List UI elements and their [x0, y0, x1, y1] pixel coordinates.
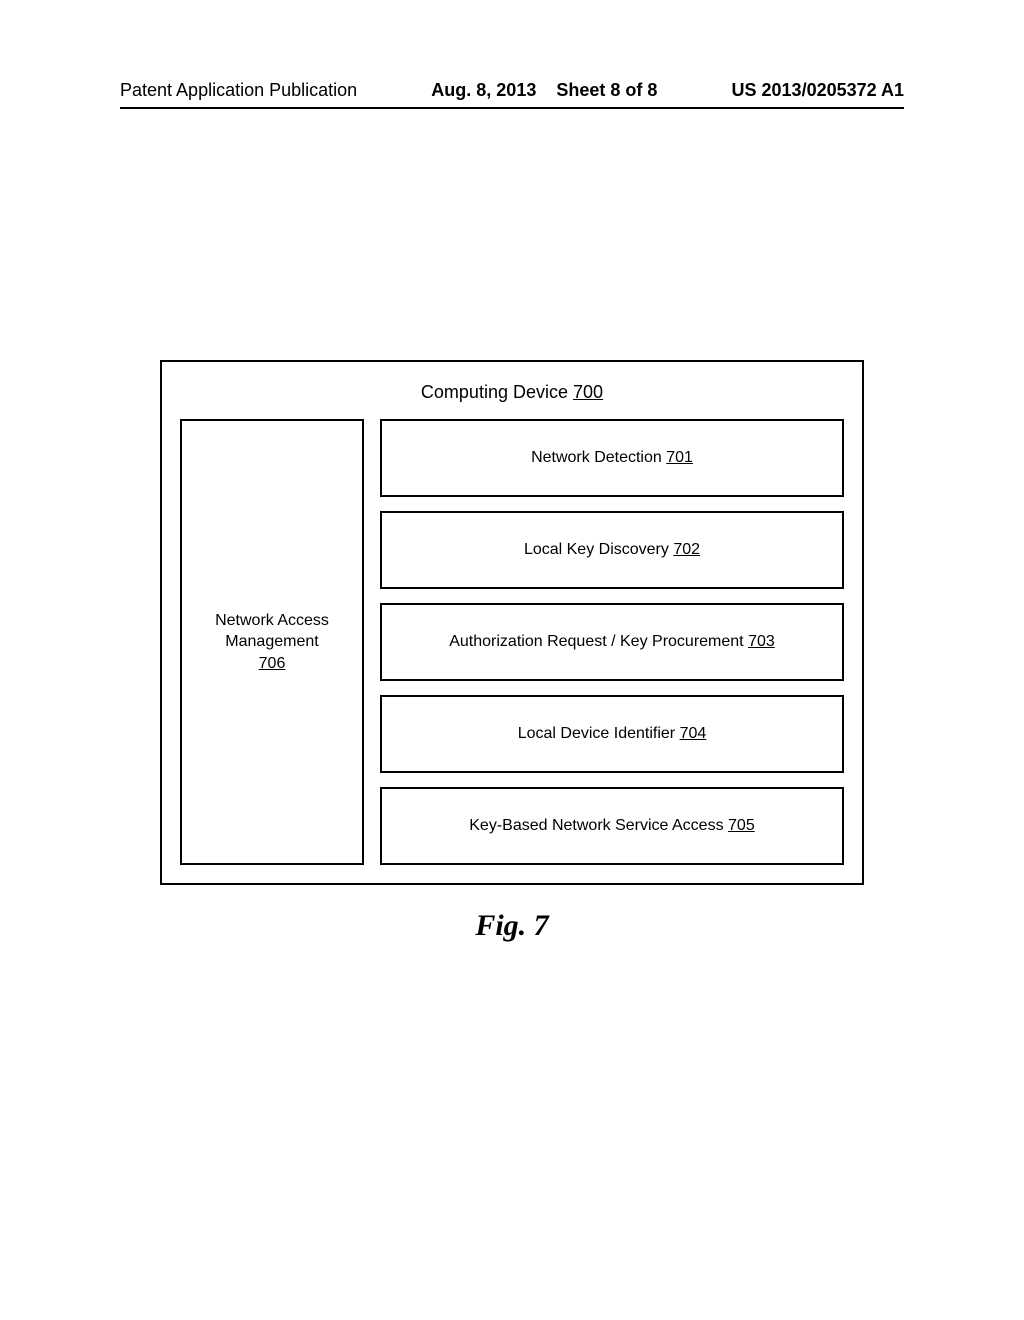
module-network-detection: Network Detection 701 [380, 419, 844, 497]
computing-device-title: Computing Device 700 [180, 382, 844, 403]
header-sheet: Sheet 8 of 8 [556, 80, 657, 100]
module-num: 703 [748, 633, 775, 650]
module-label: Local Key Discovery [524, 541, 669, 558]
nam-line2: Management [225, 633, 318, 650]
header-center: Aug. 8, 2013 Sheet 8 of 8 [431, 80, 657, 101]
network-access-management-box: Network Access Management 706 [180, 419, 364, 865]
module-num: 701 [666, 449, 693, 466]
figure-caption: Fig. 7 [160, 909, 864, 943]
computing-device-box: Computing Device 700 Network Access Mana… [160, 360, 864, 885]
nam-line1: Network Access [215, 612, 329, 629]
module-num: 702 [673, 541, 700, 558]
module-num: 704 [680, 725, 707, 742]
page: Patent Application Publication Aug. 8, 2… [0, 0, 1024, 1320]
figure-area: Computing Device 700 Network Access Mana… [160, 360, 864, 943]
module-authz-key-procurement: Authorization Request / Key Procurement … [380, 603, 844, 681]
computing-device-label: Computing Device [421, 382, 568, 402]
module-num: 705 [728, 817, 755, 834]
header-date: Aug. 8, 2013 [431, 80, 536, 100]
module-stack: Network Detection 701 Local Key Discover… [380, 419, 844, 865]
module-local-key-discovery: Local Key Discovery 702 [380, 511, 844, 589]
module-key-based-network-access: Key-Based Network Service Access 705 [380, 787, 844, 865]
columns: Network Access Management 706 Network De… [180, 419, 844, 865]
module-label: Network Detection [531, 449, 662, 466]
header-left: Patent Application Publication [120, 80, 357, 101]
header-right: US 2013/0205372 A1 [732, 80, 904, 101]
module-label: Authorization Request / Key Procurement [449, 633, 743, 650]
module-label: Local Device Identifier [518, 725, 675, 742]
module-local-device-identifier: Local Device Identifier 704 [380, 695, 844, 773]
module-label: Key-Based Network Service Access [469, 817, 723, 834]
page-header: Patent Application Publication Aug. 8, 2… [120, 80, 904, 109]
nam-num: 706 [259, 653, 286, 675]
computing-device-num: 700 [573, 382, 603, 402]
